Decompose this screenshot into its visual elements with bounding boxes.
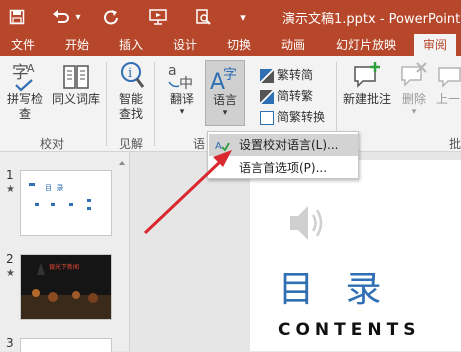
tab-insert[interactable]: 插入 [114, 34, 148, 56]
convert-button[interactable]: 简繁转换 [260, 108, 325, 126]
previous-comment-button[interactable]: 上一 [436, 60, 461, 107]
tab-animations[interactable]: 动画 [276, 34, 310, 56]
slide-canvas[interactable]: 目 录 CONTENTS [250, 160, 461, 351]
customize-icon[interactable]: ▾ [236, 0, 250, 34]
proofing-language-icon: A [215, 141, 230, 152]
speaker-icon[interactable] [286, 200, 326, 246]
new-comment-icon [354, 62, 380, 88]
slide-thumbnail-2[interactable]: 银光下新闻 [20, 254, 112, 320]
redo-icon[interactable] [98, 0, 124, 34]
undo-icon[interactable] [48, 0, 74, 34]
slide-subtitle: CONTENTS [278, 320, 421, 340]
save-icon[interactable] [4, 0, 30, 34]
delete-dropdown-icon: ▾ [411, 107, 417, 117]
simp-to-trad-icon [260, 89, 274, 104]
tab-review[interactable]: 审阅 [414, 34, 456, 56]
book-icon [63, 65, 89, 89]
spelling-icon: 字 A [12, 62, 35, 92]
trad-to-simp-icon [260, 68, 274, 83]
animation-star-icon: ★ [6, 184, 15, 195]
ribbon-tabs: 文件 开始 插入 设计 切换 动画 幻灯片放映 审阅 [0, 34, 461, 56]
language-icon: A 字 [210, 67, 237, 93]
title-bar: ▾ ▾ 演示文稿1.pptx - PowerPoint [0, 0, 461, 34]
group-proofing-label: 校对 [40, 137, 65, 151]
svg-text:字: 字 [223, 67, 237, 83]
tab-file[interactable]: 文件 [6, 34, 40, 56]
slide-number: 3 [6, 336, 14, 350]
svg-text:i: i [128, 66, 132, 81]
smart-lookup-button[interactable]: i 智能 查找 [112, 60, 150, 122]
group-comments-label: 批 [449, 137, 461, 151]
undo-dropdown-icon[interactable]: ▾ [72, 0, 84, 34]
svg-text:A: A [27, 62, 35, 75]
smart-lookup-icon: i [121, 62, 145, 88]
translate-button[interactable]: a 中 翻译 ▾ [160, 60, 204, 117]
present-icon[interactable] [145, 0, 171, 34]
tab-home[interactable]: 开始 [60, 34, 94, 56]
preview-icon[interactable] [190, 0, 216, 34]
slide-number: 2 [6, 252, 14, 266]
new-comment-button[interactable]: 新建批注 [340, 60, 394, 107]
set-proofing-language-item[interactable]: A 设置校对语言(L)... [209, 134, 358, 156]
slide-thumbnail-3[interactable] [20, 338, 112, 352]
thumbnail-title: 银光下新闻 [49, 264, 80, 271]
tab-transitions[interactable]: 切换 [222, 34, 256, 56]
thesaurus-button[interactable]: 同义词库 [50, 60, 102, 107]
svg-text:中: 中 [179, 76, 193, 92]
group-language-label: 语 [193, 137, 206, 151]
language-button[interactable]: A 字 语言 ▾ [205, 60, 245, 126]
spelling-check-button[interactable]: 字 A 拼写检查 [2, 60, 48, 122]
translate-dropdown-icon: ▾ [179, 107, 185, 117]
window-title: 演示文稿1.pptx - PowerPoint [282, 12, 461, 27]
simp-to-trad-button[interactable]: 简转繁 [260, 87, 313, 105]
tab-slideshow[interactable]: 幻灯片放映 [324, 34, 408, 56]
slide-title: 目 录 [278, 269, 392, 310]
previous-comment-icon [438, 67, 461, 88]
slide-thumbnail-pane: 1 ★ 目 录 2 ★ 银光下新闻 3 [0, 152, 130, 352]
group-insights-label: 见解 [119, 137, 144, 151]
group-separator [106, 62, 107, 146]
convert-icon [260, 110, 274, 125]
svg-text:a: a [168, 63, 177, 79]
slide-thumbnail-1[interactable]: 目 录 [20, 170, 112, 236]
language-dropdown-menu: A 设置校对语言(L)... 语言首选项(P)... [207, 131, 359, 179]
trad-to-simp-button[interactable]: 繁转简 [260, 66, 313, 84]
group-separator [154, 62, 155, 146]
slide-number: 1 [6, 168, 14, 182]
translate-icon: a 中 [168, 63, 193, 92]
tab-design[interactable]: 设计 [168, 34, 202, 56]
delete-comment-button[interactable]: 删除 ▾ [396, 60, 432, 117]
language-preferences-item[interactable]: 语言首选项(P)... [209, 157, 358, 179]
svg-text:A: A [215, 141, 222, 152]
thumbnail-scrollbar[interactable] [118, 160, 126, 350]
thumbnail-content [29, 183, 91, 210]
delete-comment-icon [401, 62, 427, 87]
language-dropdown-icon: ▾ [222, 108, 228, 118]
animation-star-icon: ★ [6, 268, 15, 279]
